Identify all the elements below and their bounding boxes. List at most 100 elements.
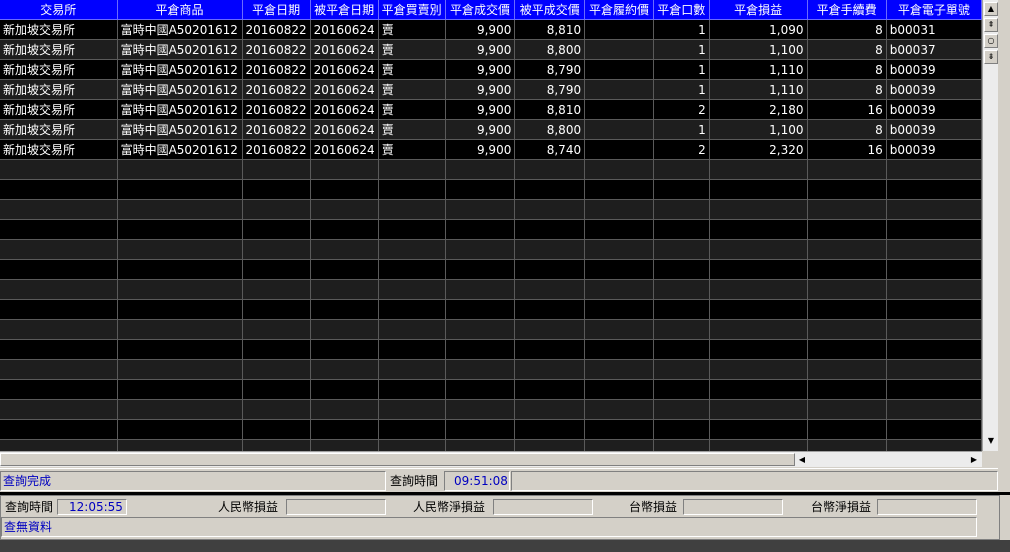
column-header[interactable]: 平倉日期 xyxy=(242,0,311,20)
table-row[interactable]: 新加坡交易所 富時中國A50201612 20160822 20160624 賣 9,90… xyxy=(0,59,982,80)
empty-row[interactable] xyxy=(0,299,982,320)
table-cell xyxy=(0,439,118,451)
table-row[interactable]: 新加坡交易所 富時中國A50201612 20160822 20160624 賣 9,90… xyxy=(0,119,982,140)
table-cell: 富時中國A50201612 xyxy=(117,39,243,60)
empty-row[interactable] xyxy=(0,379,982,400)
table-cell: 20160624 xyxy=(310,99,379,120)
table-cell: b00031 xyxy=(886,19,982,40)
table-cell xyxy=(886,399,982,420)
horizontal-scroll-thumb[interactable] xyxy=(0,453,795,466)
table-cell: 1,110 xyxy=(709,59,808,80)
window-right-edge xyxy=(998,0,1010,552)
summary-query-time-label: 查詢時間 xyxy=(5,500,54,514)
column-header[interactable]: 交易所 xyxy=(0,0,118,20)
rmb-pl-field xyxy=(286,499,386,515)
table-cell xyxy=(445,339,516,360)
double-arrow-up-icon[interactable]: ⇞ xyxy=(984,18,998,32)
column-header[interactable]: 平倉損益 xyxy=(709,0,808,20)
empty-row[interactable] xyxy=(0,179,982,200)
table-cell: 20160624 xyxy=(310,39,379,60)
table-cell: 新加坡交易所 xyxy=(0,19,118,40)
horizontal-scrollbar[interactable]: ◀ ▶ xyxy=(0,451,982,467)
table-cell xyxy=(0,259,118,280)
table-cell xyxy=(709,399,808,420)
table-cell: 20160624 xyxy=(310,79,379,100)
twd-net-pl-field xyxy=(877,499,977,515)
table-cell xyxy=(0,319,118,340)
table-row[interactable]: 新加坡交易所 富時中國A50201612 20160822 20160624 賣 9,90… xyxy=(0,39,982,60)
column-header[interactable]: 平倉履約價 xyxy=(584,0,654,20)
empty-row[interactable] xyxy=(0,359,982,380)
column-header[interactable]: 平倉手續費 xyxy=(807,0,887,20)
table-cell xyxy=(653,319,710,340)
table-cell xyxy=(445,399,516,420)
table-cell xyxy=(310,359,379,380)
arrow-up-icon[interactable]: ▲ xyxy=(984,2,998,16)
empty-row[interactable] xyxy=(0,319,982,340)
circle-icon[interactable]: ○ xyxy=(984,34,998,48)
table-cell: 16 xyxy=(807,139,887,160)
arrow-left-icon[interactable]: ◀ xyxy=(795,453,809,466)
table-row[interactable]: 新加坡交易所 富時中國A50201612 20160822 20160624 賣 9,90… xyxy=(0,99,982,120)
empty-row[interactable] xyxy=(0,219,982,240)
column-header[interactable]: 平倉買賣別 xyxy=(378,0,446,20)
empty-row[interactable] xyxy=(0,399,982,420)
empty-row[interactable] xyxy=(0,199,982,220)
table-cell xyxy=(886,199,982,220)
empty-row[interactable] xyxy=(0,279,982,300)
table-cell xyxy=(117,259,243,280)
table-cell: 8 xyxy=(807,79,887,100)
table-cell xyxy=(242,279,311,300)
empty-row[interactable] xyxy=(0,239,982,260)
table-cell xyxy=(886,299,982,320)
column-header[interactable]: 平倉商品 xyxy=(117,0,243,20)
column-header[interactable]: 被平倉日期 xyxy=(310,0,379,20)
table-cell: 20160624 xyxy=(310,59,379,80)
table-cell xyxy=(117,239,243,260)
table-cell xyxy=(310,399,379,420)
table-cell: 富時中國A50201612 xyxy=(117,59,243,80)
column-header[interactable]: 平倉電子單號 xyxy=(886,0,982,20)
table-cell xyxy=(886,419,982,440)
column-header[interactable]: 平倉口數 xyxy=(653,0,710,20)
table-cell: 8,800 xyxy=(514,119,586,140)
table-cell xyxy=(709,359,808,380)
arrow-down-icon[interactable]: ▼ xyxy=(984,435,998,449)
empty-row[interactable] xyxy=(0,419,982,440)
arrow-right-icon[interactable]: ▶ xyxy=(967,453,981,466)
table-cell xyxy=(514,399,586,420)
column-header[interactable]: 平倉成交價 xyxy=(445,0,516,20)
table-cell xyxy=(584,139,654,160)
table-row[interactable]: 新加坡交易所 富時中國A50201612 20160822 20160624 賣 9,90… xyxy=(0,19,982,40)
empty-row[interactable] xyxy=(0,339,982,360)
table-cell xyxy=(117,359,243,380)
closed-positions-grid[interactable]: 交易所 平倉商品 平倉日期 被平倉日期 平倉買賣別 平倉成交價 被平成交價 平倉履約價 平倉口數… xyxy=(0,0,982,451)
table-cell xyxy=(117,399,243,420)
rmb-net-pl-label: 人民幣淨損益 xyxy=(413,500,486,514)
table-cell xyxy=(242,439,311,451)
vertical-scrollbar[interactable]: ▲ ⇞ ○ ⇟ ▼ xyxy=(982,0,998,451)
table-cell xyxy=(378,279,446,300)
empty-row[interactable] xyxy=(0,259,982,280)
table-cell xyxy=(584,419,654,440)
empty-row[interactable] xyxy=(0,439,982,451)
table-row[interactable]: 新加坡交易所 富時中國A50201612 20160822 20160624 賣 9,90… xyxy=(0,79,982,100)
twd-pl-field xyxy=(683,499,783,515)
column-header[interactable]: 被平成交價 xyxy=(514,0,586,20)
table-cell xyxy=(584,279,654,300)
table-cell xyxy=(242,259,311,280)
table-cell: 2,180 xyxy=(709,99,808,120)
table-cell: b00039 xyxy=(886,119,982,140)
table-cell xyxy=(807,239,887,260)
table-cell: 8,810 xyxy=(514,99,586,120)
double-arrow-down-icon[interactable]: ⇟ xyxy=(984,50,998,64)
empty-row[interactable] xyxy=(0,159,982,180)
table-cell xyxy=(310,239,379,260)
grid-table: 交易所 平倉商品 平倉日期 被平倉日期 平倉買賣別 平倉成交價 被平成交價 平倉履約價 平倉口數… xyxy=(0,0,982,451)
table-cell xyxy=(310,219,379,240)
table-cell xyxy=(807,279,887,300)
table-cell: 1,110 xyxy=(709,79,808,100)
table-cell: 富時中國A50201612 xyxy=(117,99,243,120)
table-cell xyxy=(378,159,446,180)
table-row[interactable]: 新加坡交易所 富時中國A50201612 20160822 20160624 賣 9,90… xyxy=(0,139,982,160)
